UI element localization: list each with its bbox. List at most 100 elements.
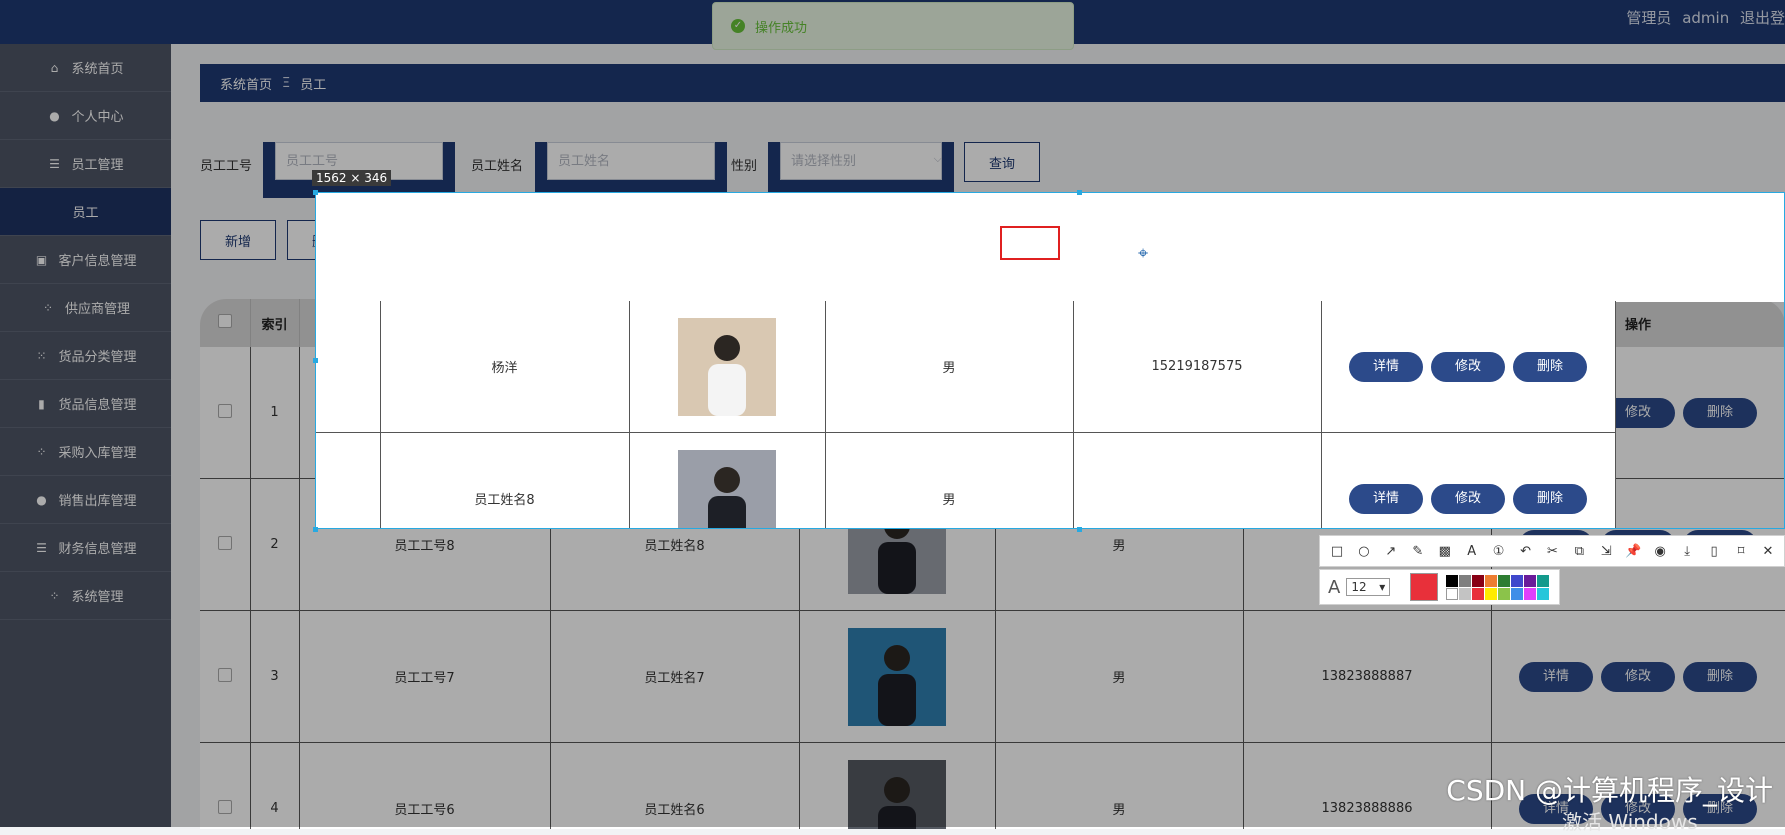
emp-no-label: 员工工号 — [200, 159, 253, 174]
avatar-cell — [799, 610, 996, 743]
detail-button[interactable]: 详情 — [1349, 351, 1423, 382]
ocr-icon[interactable]: ⧉ — [1568, 540, 1590, 562]
list-icon: ☰ — [36, 540, 47, 555]
capture-size-label: 1562 × 346 — [312, 170, 392, 186]
row-checkbox[interactable] — [217, 535, 232, 550]
sidebar-item-10[interactable]: ☰ 财务信息管理 — [0, 524, 171, 572]
detail-button[interactable]: 详情 — [1519, 661, 1593, 692]
number-icon[interactable]: ① — [1488, 540, 1510, 562]
emp-name-input[interactable] — [547, 142, 715, 180]
row-select-cell[interactable] — [200, 478, 251, 611]
index-cell: 1 — [250, 347, 300, 479]
undo-icon[interactable]: ↶ — [1515, 540, 1537, 562]
edit-button[interactable]: 修改 — [1601, 661, 1675, 692]
resize-handle[interactable] — [1077, 190, 1082, 195]
sidebar-item-5[interactable]: ⁘ 供应商管理 — [0, 284, 171, 332]
row-checkbox[interactable] — [217, 667, 232, 682]
logout-link[interactable]: 退出登 — [1740, 9, 1785, 27]
scroll-icon[interactable]: ⇲ — [1595, 540, 1617, 562]
cut-icon[interactable]: ✂ — [1542, 540, 1564, 562]
record-icon[interactable]: ◉ — [1649, 540, 1671, 562]
palette-color-swatch[interactable] — [1511, 574, 1524, 587]
sidebar-item-label: 财务信息管理 — [58, 542, 137, 557]
palette-color-swatch[interactable] — [1485, 574, 1498, 587]
sidebar-item-1[interactable]: ● 个人中心 — [0, 92, 171, 140]
emp-name-label: 员工姓名 — [471, 159, 524, 174]
sidebar: ⌂ 系统首页 ● 个人中心 ☰ 员工管理 员工 ▣ 客户信息管理 ⁘ 供应商管理 ⁙ 货品分类管理 ▮ 货品… — [0, 44, 171, 827]
text-icon[interactable]: A — [1461, 540, 1483, 562]
home-icon: ⌂ — [50, 60, 59, 75]
current-color-swatch[interactable] — [1410, 573, 1439, 601]
palette-color-swatch[interactable] — [1498, 587, 1511, 600]
palette-color-swatch[interactable] — [1459, 587, 1472, 600]
palette-color-swatch[interactable] — [1524, 587, 1537, 600]
delete-button[interactable]: 删除 — [1683, 661, 1757, 692]
gender-select[interactable] — [780, 142, 942, 180]
palette-color-swatch[interactable] — [1485, 587, 1498, 600]
emp-no-cell: 员工工号6 — [299, 742, 551, 829]
resize-handle[interactable] — [1077, 527, 1082, 532]
ellipse-icon[interactable]: ○ — [1353, 540, 1375, 562]
palette-color-swatch[interactable] — [1459, 574, 1472, 587]
row-select-cell[interactable] — [200, 347, 251, 479]
row-select-cell[interactable] — [200, 610, 251, 743]
sidebar-item-3[interactable]: 员工 — [0, 188, 171, 236]
query-button[interactable]: 查询 — [964, 142, 1040, 182]
rectangle-icon[interactable]: □ — [1326, 540, 1348, 562]
delete-button[interactable]: 删除 — [1513, 483, 1587, 514]
toast-message: 操作成功 — [755, 20, 808, 36]
select-all-header[interactable] — [200, 299, 251, 347]
arrow-icon[interactable]: ↗ — [1380, 540, 1402, 562]
sidebar-item-7[interactable]: ▮ 货品信息管理 — [0, 380, 171, 428]
palette-color-swatch[interactable] — [1524, 574, 1537, 587]
row-checkbox[interactable] — [217, 403, 232, 418]
capture-selection-content: 1333杨洋男15219187575详情修改删除2员工工号8员工姓名8男详情修改… — [316, 301, 1616, 528]
sidebar-item-6[interactable]: ⁙ 货品分类管理 — [0, 332, 171, 380]
palette-color-swatch[interactable] — [1511, 587, 1524, 600]
palette-color-swatch[interactable] — [1446, 574, 1459, 587]
close-icon[interactable]: ✕ — [1757, 540, 1779, 562]
font-size-select[interactable]: 12 ▾ — [1346, 578, 1391, 596]
grid-icon: ⁘ — [42, 300, 54, 315]
palette-color-swatch[interactable] — [1537, 587, 1550, 600]
resize-handle[interactable] — [313, 190, 318, 195]
sidebar-item-label: 个人中心 — [71, 110, 124, 125]
capture-style-toolbar: A 12 ▾ — [1319, 569, 1560, 605]
gender-cell: 男 — [825, 432, 1074, 528]
palette-color-swatch[interactable] — [1537, 574, 1550, 587]
select-all-checkbox[interactable] — [217, 314, 232, 328]
pen-icon[interactable]: ✎ — [1407, 540, 1429, 562]
drawn-rectangle[interactable] — [1000, 226, 1060, 260]
row-select-cell[interactable] — [200, 742, 251, 829]
bookmark-icon[interactable]: ⌑ — [1730, 540, 1752, 562]
add-button[interactable]: 新增 — [200, 220, 276, 260]
sidebar-item-4[interactable]: ▣ 客户信息管理 — [0, 236, 171, 284]
palette-color-swatch[interactable] — [1472, 574, 1485, 587]
edit-button[interactable]: 修改 — [1431, 483, 1505, 514]
avatar-image — [678, 317, 776, 416]
delete-button[interactable]: 删除 — [1513, 351, 1587, 382]
resize-handle[interactable] — [313, 527, 318, 532]
mosaic-icon[interactable]: ▩ — [1434, 540, 1456, 562]
emp-name-field-wrap — [535, 142, 727, 198]
sidebar-item-label: 员工管理 — [71, 158, 124, 173]
edit-button[interactable]: 修改 — [1431, 351, 1505, 382]
sidebar-item-9[interactable]: ● 销售出库管理 — [0, 476, 171, 524]
sidebar-item-label: 系统首页 — [71, 62, 124, 77]
breadcrumb-home[interactable]: 系统首页 — [220, 74, 272, 93]
pin-icon[interactable]: 📌 — [1622, 540, 1644, 562]
detail-button[interactable]: 详情 — [1349, 483, 1423, 514]
palette-color-swatch[interactable] — [1498, 574, 1511, 587]
download-icon[interactable]: ⤓ — [1676, 540, 1698, 562]
resize-handle[interactable] — [313, 358, 318, 363]
sidebar-item-11[interactable]: ⁘ 系统管理 — [0, 572, 171, 620]
palette-color-swatch[interactable] — [1472, 587, 1485, 600]
sidebar-item-2[interactable]: ☰ 员工管理 — [0, 140, 171, 188]
save-icon[interactable]: ▯ — [1703, 540, 1725, 562]
row-checkbox[interactable] — [217, 799, 232, 814]
sidebar-item-label: 采购入库管理 — [58, 446, 137, 461]
avatar-image — [848, 627, 946, 726]
sidebar-item-0[interactable]: ⌂ 系统首页 — [0, 44, 171, 92]
sidebar-item-8[interactable]: ⁘ 采购入库管理 — [0, 428, 171, 476]
palette-color-swatch[interactable] — [1446, 587, 1459, 600]
